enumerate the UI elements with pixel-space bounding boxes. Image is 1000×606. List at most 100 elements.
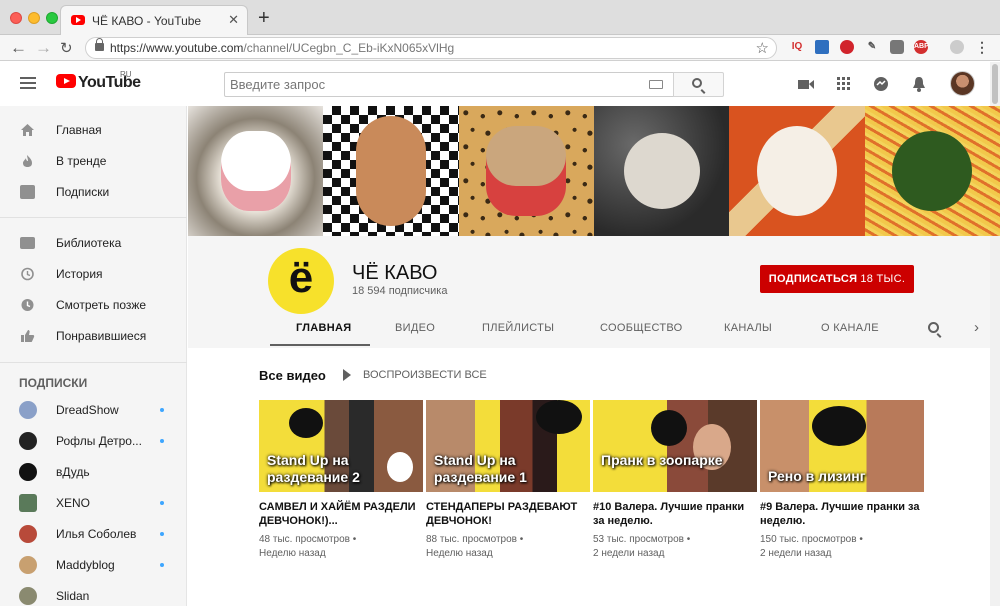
upload-age: 2 недели назад [593, 548, 665, 559]
chevron-right-icon[interactable]: › [974, 319, 979, 336]
video-thumbnail[interactable]: Пранк в зоопарке [593, 400, 757, 492]
history-icon [21, 267, 34, 281]
sidebar-item-subscriptions[interactable]: Подписки [0, 177, 187, 207]
iq-extension-icon[interactable]: IQ [790, 40, 804, 54]
view-count: 48 тыс. просмотров [259, 534, 350, 545]
back-icon[interactable]: ← [10, 38, 27, 58]
chrome-menu-icon[interactable]: ⋮ [975, 40, 989, 54]
subscription-item[interactable]: Илья Соболев [0, 519, 187, 549]
tab-title: ЧЁ КАВО - YouTube [92, 14, 202, 28]
upload-age: 2 недели назад [760, 548, 832, 559]
sidebar-item-trending[interactable]: В тренде [0, 146, 187, 176]
pinterest-icon[interactable] [840, 40, 854, 54]
channel-header: ё ЧЁ КАВО 18 594 подписчика ПОДПИСАТЬСЯ 1… [188, 236, 990, 348]
sidebar-item-history[interactable]: История [0, 259, 187, 289]
scrollbar-thumb[interactable] [992, 64, 998, 104]
subscriber-count: 18 594 подписчика [352, 285, 448, 297]
tab-videos[interactable]: ВИДЕО [395, 322, 435, 334]
subscriptions-icon [20, 185, 35, 199]
banner-stone-face [623, 133, 700, 209]
tab-strip: ЧЁ КАВО - YouTube ✕ + [0, 0, 1000, 35]
search-input[interactable] [225, 73, 645, 96]
apps-icon[interactable] [835, 75, 853, 93]
sidebar-item-home[interactable]: Главная [0, 115, 187, 145]
address-bar[interactable]: https://www.youtube.com/channel/UCegbn_C… [85, 37, 777, 59]
banner-panel [188, 106, 324, 236]
banner-panel [323, 106, 459, 236]
sidebar-item-watch-later[interactable]: Смотреть позже [0, 290, 187, 320]
minimize-window-button[interactable] [28, 12, 40, 24]
maximize-window-button[interactable] [46, 12, 58, 24]
brush-icon[interactable]: ✎ [865, 40, 879, 54]
tab-about[interactable]: О КАНАЛЕ [821, 322, 879, 334]
subscription-item[interactable]: XENO [0, 488, 187, 518]
play-icon [343, 369, 351, 381]
subscription-item[interactable]: Maddyblog [0, 550, 187, 580]
play-all-label: ВОСПРОИЗВЕСТИ ВСЕ [363, 369, 487, 381]
sidebar-item-liked[interactable]: Понравившиеся [0, 321, 187, 351]
video-title[interactable]: #10 Валера. Лучшие пранки за неделю. [593, 500, 757, 528]
reload-icon[interactable]: ↻ [60, 39, 73, 57]
youtube-masthead: YouTube RU [0, 62, 990, 106]
tab-community[interactable]: СООБЩЕСТВО [600, 322, 683, 334]
video-title[interactable]: СТЕНДАПЕРЫ РАЗДЕВАЮТ ДЕВЧОНОК! [426, 500, 590, 528]
bookmark-star-icon[interactable]: ☆ [756, 39, 769, 57]
video-thumbnail[interactable]: Stand Up на раздевание 2 [259, 400, 423, 492]
banner-dog-face [220, 131, 291, 211]
sidebar-item-label: Главная [56, 123, 102, 137]
subscription-item[interactable]: вДудь [0, 457, 187, 487]
profile-icon[interactable] [950, 40, 964, 54]
banner-yo-letter [892, 131, 973, 211]
video-meta: 150 тыс. просмотров • 2 недели назад [760, 534, 863, 559]
section-title[interactable]: Все видео [259, 368, 326, 383]
video-thumbnail[interactable]: Рено в лизинг [760, 400, 924, 492]
channel-avatar-glyph: ё [288, 253, 314, 302]
tab-channels[interactable]: КАНАЛЫ [724, 322, 772, 334]
browser-tab[interactable]: ЧЁ КАВО - YouTube ✕ [60, 5, 248, 35]
adblock-icon[interactable]: ABP [914, 40, 929, 54]
banner-panel [458, 106, 594, 236]
subscribe-button[interactable]: ПОДПИСАТЬСЯ 18 ТЫС. [760, 265, 914, 293]
camera-icon[interactable] [890, 40, 904, 54]
subscriptions-heading: ПОДПИСКИ [19, 376, 88, 390]
banner-panel [864, 106, 1000, 236]
subscription-label: DreadShow [56, 403, 119, 417]
subscription-item[interactable]: Рофлы Детро... [0, 426, 187, 456]
search-icon [692, 78, 702, 88]
youtube-favicon-icon [71, 15, 85, 25]
guide-menu-icon[interactable] [20, 77, 36, 89]
subscription-item[interactable]: Slidan [0, 581, 187, 606]
sidebar-item-library[interactable]: Библиотека [0, 228, 187, 258]
search-button[interactable] [673, 72, 724, 97]
account-avatar[interactable] [950, 71, 975, 96]
tab-close-icon[interactable]: ✕ [228, 12, 239, 28]
upload-age: Неделю назад [259, 548, 326, 559]
messages-icon[interactable] [872, 75, 890, 93]
notifications-bell-icon[interactable] [910, 75, 928, 93]
extension-blue-icon[interactable] [815, 40, 829, 54]
video-title[interactable]: #9 Валера. Лучшие пранки за неделю. [760, 500, 924, 528]
subscribe-label: ПОДПИСАТЬСЯ [768, 273, 858, 285]
thumbnail-caption: Stand Up на раздевание 2 [267, 452, 360, 485]
channel-avatar [19, 556, 37, 574]
subscription-item[interactable]: DreadShow [0, 395, 187, 425]
channel-search-icon[interactable] [928, 322, 939, 333]
new-tab-icon[interactable]: + [258, 7, 270, 30]
channel-avatar [19, 525, 37, 543]
youtube-logo-icon[interactable] [56, 74, 76, 88]
new-content-dot [160, 532, 164, 536]
forward-icon[interactable]: → [35, 38, 52, 58]
video-thumbnail[interactable]: Stand Up на раздевание 1 [426, 400, 590, 492]
keyboard-icon[interactable] [649, 80, 663, 89]
new-content-dot [160, 408, 164, 412]
close-window-button[interactable] [10, 12, 22, 24]
folder-icon [20, 237, 35, 249]
tab-playlists[interactable]: ПЛЕЙЛИСТЫ [482, 322, 554, 334]
search-box [224, 72, 674, 97]
sidebar-item-label: Библиотека [56, 236, 122, 250]
channel-content: Все видео ВОСПРОИЗВЕСТИ ВСЕ Stand Up на … [188, 348, 990, 606]
clock-icon [21, 299, 34, 311]
create-video-icon[interactable] [797, 75, 815, 93]
tab-home[interactable]: ГЛАВНАЯ [296, 322, 351, 334]
video-title[interactable]: САМВЕЛ И ХАЙЁМ РАЗДЕЛИ ДЕВЧОНОК!)... [259, 500, 423, 528]
